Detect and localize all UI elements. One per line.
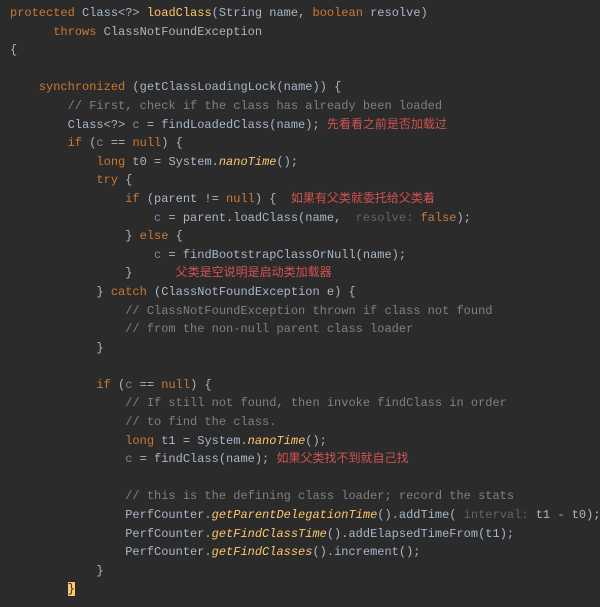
assign: = findLoadedClass(name); bbox=[140, 118, 320, 132]
paren: ) bbox=[161, 136, 175, 150]
expr: PerfCounter. bbox=[125, 527, 211, 541]
annotation: 如果父类找不到就自己找 bbox=[269, 452, 408, 466]
var-c: c bbox=[96, 136, 103, 150]
static-fn: getFindClasses bbox=[212, 545, 313, 559]
close: ) { bbox=[190, 378, 212, 392]
false: false bbox=[420, 211, 456, 225]
call-end: (); bbox=[305, 434, 327, 448]
catch-expr: (ClassNotFoundException e) { bbox=[147, 285, 356, 299]
comment: // to find the class. bbox=[125, 415, 276, 429]
brace: } bbox=[96, 341, 103, 355]
expr: t1 - t0); bbox=[536, 508, 600, 522]
var-t1: t1 bbox=[154, 434, 176, 448]
var-c: c bbox=[132, 118, 139, 132]
brace: } bbox=[96, 564, 103, 578]
brace: { bbox=[176, 136, 183, 150]
end: ); bbox=[457, 211, 471, 225]
var-t0: t0 bbox=[125, 155, 147, 169]
null: null bbox=[132, 136, 161, 150]
eq: = System. bbox=[147, 155, 219, 169]
op: == bbox=[104, 136, 133, 150]
type: Class bbox=[82, 6, 118, 20]
assign: = findBootstrapClassOrNull(name); bbox=[161, 248, 406, 262]
expr: PerfCounter. bbox=[125, 545, 211, 559]
paren: ( bbox=[111, 378, 125, 392]
expr: ().addElapsedTimeFrom(t1); bbox=[327, 527, 514, 541]
type: boolean bbox=[313, 6, 371, 20]
static-fn: getFindClassTime bbox=[212, 527, 327, 541]
static-fn: nanoTime bbox=[248, 434, 306, 448]
param: name bbox=[269, 6, 298, 20]
keyword-sync: synchronized bbox=[39, 80, 125, 94]
keyword-long: long bbox=[125, 434, 154, 448]
code-editor[interactable]: protected Class<?> loadClass(String name… bbox=[0, 0, 600, 599]
close: ) { bbox=[255, 192, 277, 206]
exception: ClassNotFoundException bbox=[96, 25, 262, 39]
keyword-if: if bbox=[96, 378, 110, 392]
keyword-long: long bbox=[96, 155, 125, 169]
null: null bbox=[161, 378, 190, 392]
comma: , bbox=[298, 6, 312, 20]
param: resolve bbox=[370, 6, 420, 20]
expr: ().addTime( bbox=[377, 508, 456, 522]
cond: (parent != bbox=[140, 192, 226, 206]
keyword-catch: catch bbox=[111, 285, 147, 299]
expr: PerfCounter. bbox=[125, 508, 211, 522]
param-hint: resolve: bbox=[348, 211, 420, 225]
keyword-protected: protected bbox=[10, 6, 75, 20]
assign: = findClass(name); bbox=[132, 452, 269, 466]
keyword-else: else bbox=[140, 229, 169, 243]
comment: // ClassNotFoundException thrown if clas… bbox=[125, 304, 492, 318]
brace: } bbox=[96, 285, 110, 299]
brace: { bbox=[10, 43, 17, 57]
keyword-try: try bbox=[96, 173, 118, 187]
comment: // First, check if the class has already… bbox=[68, 99, 442, 113]
type: String bbox=[219, 6, 269, 20]
sync-expr: (getClassLoadingLock(name)) { bbox=[125, 80, 341, 94]
param-hint: interval: bbox=[457, 508, 536, 522]
comment: // from the non-null parent class loader bbox=[125, 322, 413, 336]
brace: } bbox=[125, 229, 139, 243]
assign: = parent.loadClass(name, bbox=[161, 211, 348, 225]
annotation: 先看看之前是否加载过 bbox=[320, 118, 447, 132]
comment: // this is the defining class loader; re… bbox=[125, 489, 514, 503]
paren: ( bbox=[82, 136, 96, 150]
type: Class<?> bbox=[68, 118, 133, 132]
keyword-throws: throws bbox=[53, 25, 96, 39]
eq: = System. bbox=[176, 434, 248, 448]
paren: ) bbox=[421, 6, 428, 20]
brace: { bbox=[118, 173, 132, 187]
keyword-if: if bbox=[68, 136, 82, 150]
call-end: (); bbox=[276, 155, 298, 169]
annotation: 父类是空说明是启动类加载器 bbox=[132, 266, 331, 280]
method-name: loadClass bbox=[147, 6, 212, 20]
keyword-if: if bbox=[125, 192, 139, 206]
comment: // If still not found, then invoke findC… bbox=[125, 396, 507, 410]
generic: <?> bbox=[118, 6, 147, 20]
op: == bbox=[132, 378, 161, 392]
brace-match: } bbox=[68, 582, 75, 596]
paren: ( bbox=[212, 6, 219, 20]
expr: ().increment(); bbox=[312, 545, 420, 559]
static-fn: getParentDelegationTime bbox=[212, 508, 378, 522]
null: null bbox=[226, 192, 255, 206]
annotation: 如果有父类就委托给父类着 bbox=[276, 192, 434, 206]
static-fn: nanoTime bbox=[219, 155, 277, 169]
brace: { bbox=[168, 229, 182, 243]
